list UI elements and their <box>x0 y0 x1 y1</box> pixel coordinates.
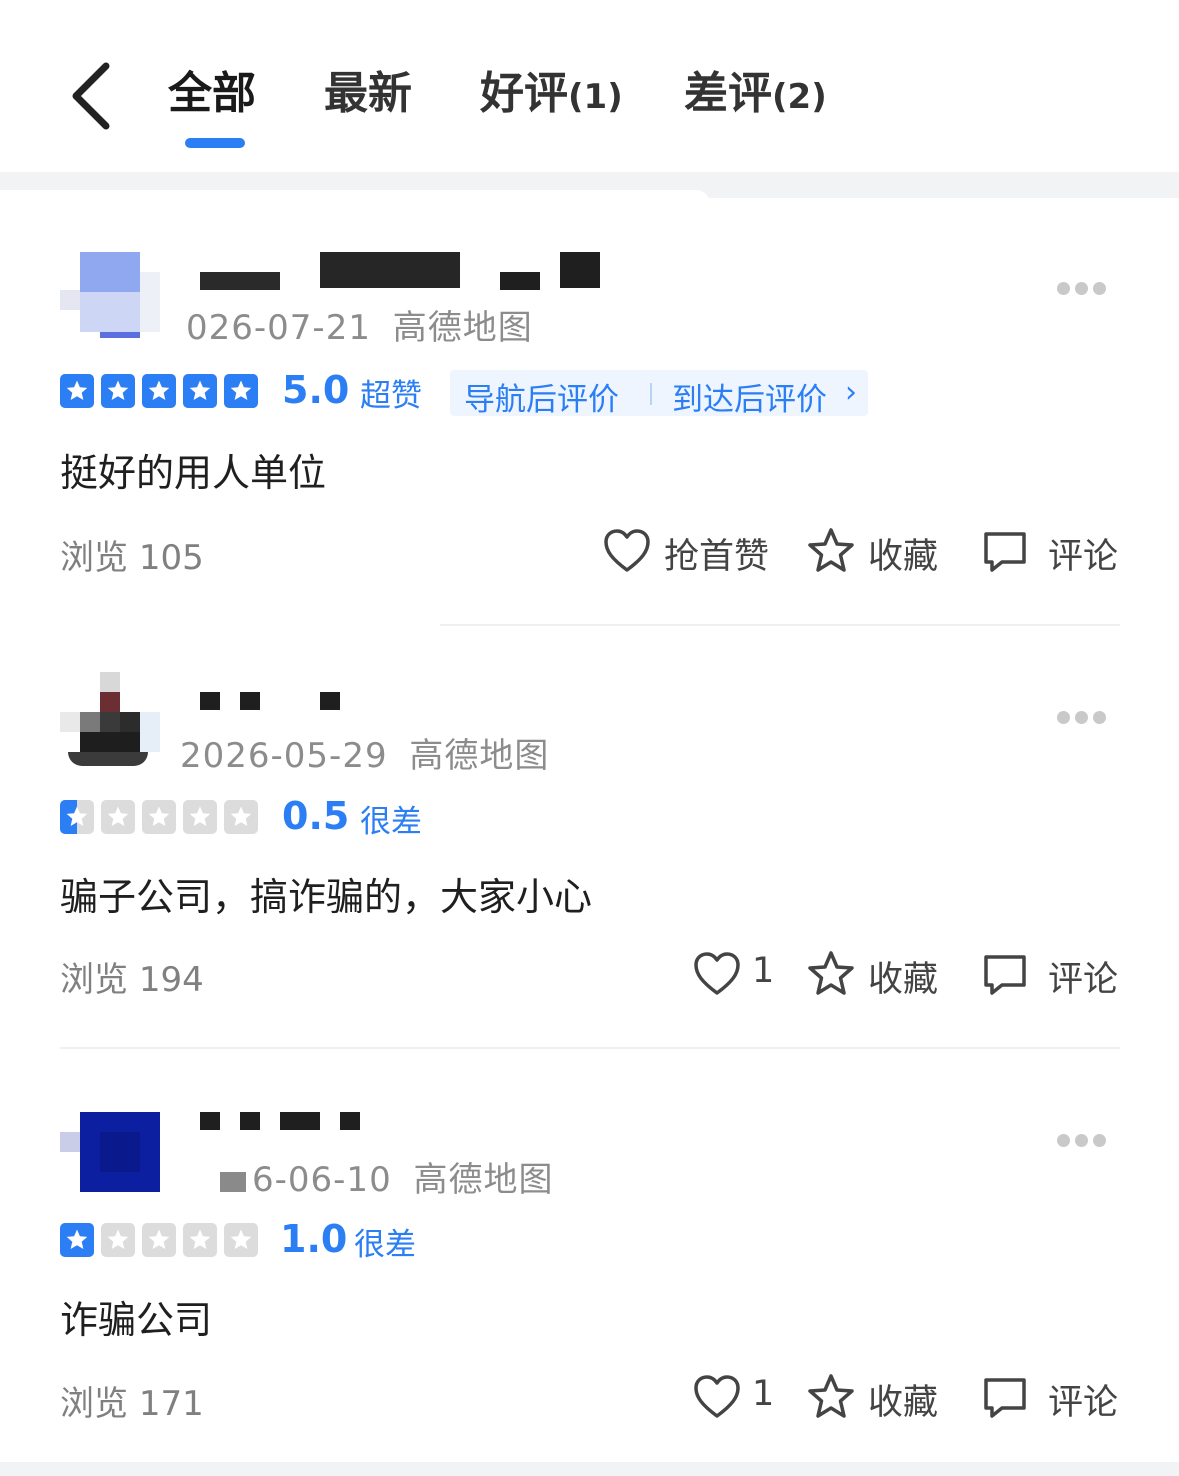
nav-review-tag[interactable]: 导航后评价 到达后评价 › <box>450 370 868 418</box>
like-count: 1 <box>752 951 775 991</box>
rating-score: 5.0 <box>282 368 350 412</box>
star-icon <box>142 800 176 834</box>
heart-icon <box>694 1375 740 1418</box>
comment-icon <box>984 955 1026 995</box>
comment-icon <box>984 1378 1026 1418</box>
more-options-button[interactable] <box>1057 711 1107 725</box>
active-tab-indicator <box>185 138 245 148</box>
review-content: 诈骗公司 <box>60 1298 213 1342</box>
tab-latest[interactable]: 最新 <box>324 64 412 124</box>
star-icon <box>183 800 217 834</box>
more-dots-icon <box>1057 282 1070 295</box>
heart-icon <box>694 952 740 995</box>
more-dots-icon <box>1057 1134 1070 1147</box>
star-icon <box>101 1223 135 1257</box>
rating-score: 0.5 <box>282 794 350 838</box>
avatar[interactable] <box>60 1112 160 1212</box>
like-button[interactable]: 1 <box>692 949 775 999</box>
star-icon <box>224 374 258 408</box>
star-outline-icon <box>808 951 854 995</box>
view-count: 浏览 171 <box>60 1384 204 1424</box>
heart-icon <box>604 529 650 572</box>
tab-positive-count: (1) <box>568 77 623 117</box>
star-icon <box>101 800 135 834</box>
review-source: 高德地图 <box>413 1160 554 1200</box>
rating-level: 很差 <box>354 1227 416 1263</box>
more-dots-icon <box>1057 711 1070 724</box>
star-icon <box>60 800 94 834</box>
like-button[interactable]: 1 <box>692 1372 775 1422</box>
star-icon <box>224 1223 258 1257</box>
comment-icon <box>984 532 1026 572</box>
favorite-button[interactable]: 收藏 <box>806 949 941 1000</box>
star-icon <box>183 1223 217 1257</box>
rating-level: 超赞 <box>360 378 422 414</box>
tab-all[interactable]: 全部 <box>168 64 256 124</box>
star-icon <box>60 374 94 408</box>
tab-negative[interactable]: 差评(2) <box>684 64 827 124</box>
like-button[interactable]: 抢首赞 <box>602 526 772 577</box>
review-date: 026-07-21 高德地图 <box>186 308 533 348</box>
avatar[interactable] <box>60 250 160 350</box>
favorite-button[interactable]: 收藏 <box>806 1372 941 1423</box>
card-divider <box>440 624 1120 626</box>
view-count: 浏览 194 <box>60 960 204 1000</box>
review-date: 2026-05-29 高德地图 <box>180 736 550 776</box>
star-icon <box>224 800 258 834</box>
comment-button[interactable]: 评论 <box>980 1372 1120 1423</box>
star-outline-icon <box>808 1374 854 1418</box>
review-source: 高德地图 <box>392 308 533 348</box>
star-icon <box>183 374 217 408</box>
more-options-button[interactable] <box>1057 282 1107 296</box>
rating-level: 很差 <box>360 804 422 840</box>
review-source: 高德地图 <box>409 736 550 776</box>
like-count: 1 <box>752 1374 775 1414</box>
avatar[interactable] <box>60 672 160 772</box>
comment-button[interactable]: 评论 <box>980 526 1120 577</box>
view-count: 浏览 105 <box>60 538 204 578</box>
favorite-button[interactable]: 收藏 <box>806 526 941 577</box>
chevron-right-icon: › <box>845 375 857 410</box>
star-icon <box>142 374 176 408</box>
review-content: 挺好的用人单位 <box>60 451 327 495</box>
top-bar: 全部 最新 好评(1) 差评(2) <box>0 0 1179 172</box>
comment-button[interactable]: 评论 <box>980 949 1120 1000</box>
star-outline-icon <box>808 528 854 572</box>
back-button[interactable] <box>62 58 122 134</box>
bottom-divider <box>0 1462 1179 1476</box>
star-icon <box>60 1223 94 1257</box>
review-content: 骗子公司，搞诈骗的，大家小心 <box>60 875 593 919</box>
tab-negative-count: (2) <box>772 77 827 117</box>
rating-score: 1.0 <box>280 1217 348 1261</box>
back-chevron-icon <box>72 62 110 130</box>
star-icon <box>101 374 135 408</box>
review-date: 6-06-10 高德地图 <box>252 1160 554 1200</box>
more-options-button[interactable] <box>1057 1134 1107 1148</box>
card-divider <box>60 1047 1120 1049</box>
tab-positive[interactable]: 好评(1) <box>480 64 623 124</box>
section-divider <box>0 172 1179 204</box>
star-icon <box>142 1223 176 1257</box>
